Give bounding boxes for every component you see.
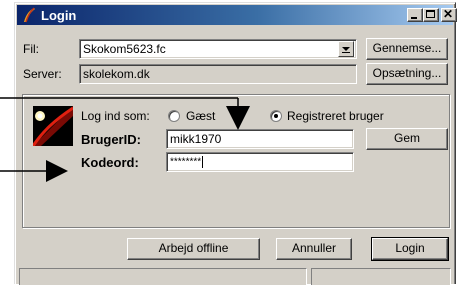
userid-annotation-arrow [0, 97, 250, 130]
password-annotation-arrow [0, 160, 68, 182]
annotation-arrows [0, 97, 250, 182]
